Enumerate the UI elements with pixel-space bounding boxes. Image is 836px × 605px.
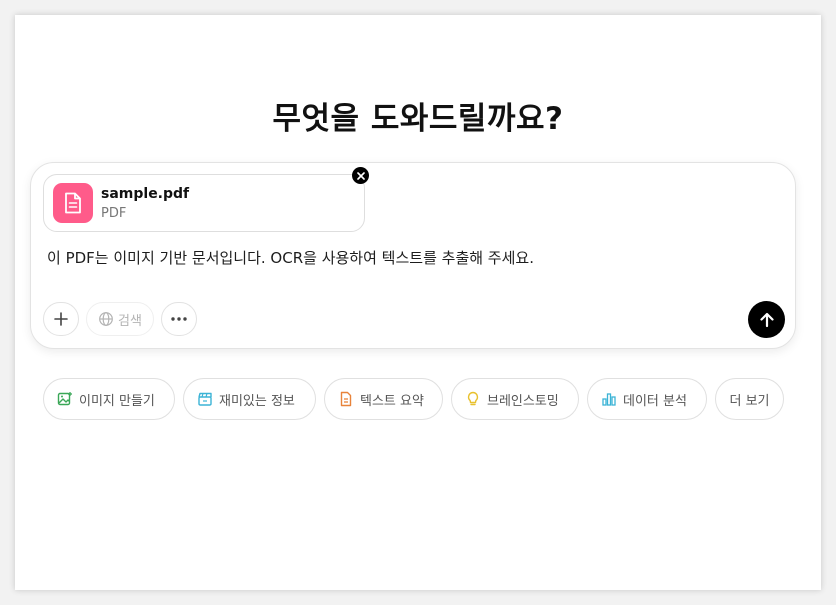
chip-label: 더 보기	[729, 393, 770, 409]
chat-composer: sample.pdf PDF 이 PDF는 이미지 기반 문서입니다. OCR을…	[30, 162, 796, 349]
document-icon	[340, 391, 352, 407]
send-button[interactable]	[748, 301, 785, 338]
suggestion-create-image[interactable]: 이미지 만들기	[43, 378, 175, 420]
ellipsis-icon	[171, 317, 187, 321]
search-button[interactable]: 검색	[86, 302, 154, 336]
pdf-file-icon	[53, 183, 93, 223]
suggestion-more[interactable]: 더 보기	[715, 378, 784, 420]
add-button[interactable]	[43, 302, 79, 336]
page-container: 무엇을 도와드릴까요? sample.pdf PDF 이 PDF는 이미지 기반…	[15, 15, 821, 590]
attachment-file-type: PDF	[101, 206, 127, 221]
page-title: 무엇을 도와드릴까요?	[272, 101, 564, 137]
plus-icon	[54, 312, 68, 326]
chip-label: 이미지 만들기	[79, 393, 155, 409]
more-options-button[interactable]	[161, 302, 197, 336]
file-attachment-card: sample.pdf PDF	[43, 174, 365, 232]
suggestion-brainstorm[interactable]: 브레인스토밍	[451, 378, 579, 420]
suggestion-summarize-text[interactable]: 텍스트 요약	[324, 378, 443, 420]
bar-chart-icon	[602, 393, 616, 406]
close-icon	[356, 171, 365, 180]
image-icon	[57, 392, 72, 406]
remove-attachment-button[interactable]	[352, 167, 369, 184]
prompt-input[interactable]: 이 PDF는 이미지 기반 문서입니다. OCR을 사용하여 텍스트를 추출해 …	[47, 247, 534, 268]
attachment-file-name: sample.pdf	[101, 186, 190, 202]
suggestion-fun-facts[interactable]: 재미있는 정보	[183, 378, 316, 420]
chip-label: 브레인스토밍	[487, 393, 559, 409]
lightbulb-icon	[467, 391, 479, 406]
globe-icon	[99, 312, 113, 326]
arrow-up-icon	[759, 312, 774, 327]
clapperboard-icon	[198, 392, 212, 406]
chip-label: 텍스트 요약	[360, 393, 424, 409]
chip-label: 재미있는 정보	[219, 393, 295, 409]
search-button-label: 검색	[118, 313, 142, 329]
suggestion-analyze-data[interactable]: 데이터 분석	[587, 378, 707, 420]
chip-label: 데이터 분석	[623, 393, 687, 409]
